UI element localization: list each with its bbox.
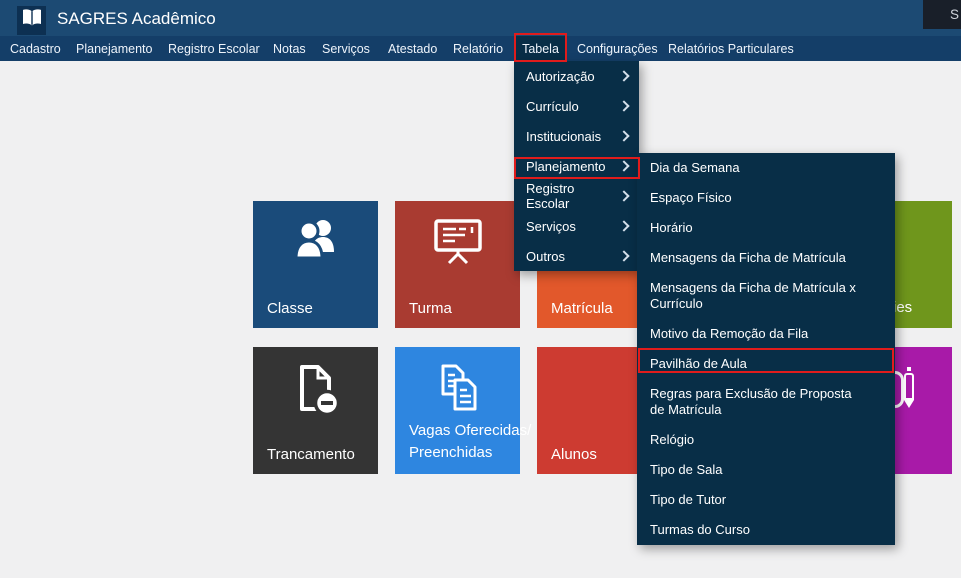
- submenu-item-mensagens-da-ficha-de-matricula[interactable]: Mensagens da Ficha de Matrícula: [637, 243, 895, 273]
- tile-label: Trancamento: [267, 446, 355, 463]
- menu-item-relatorio[interactable]: Relatório: [444, 36, 512, 61]
- menu-item-servicos[interactable]: Serviços: [313, 36, 379, 61]
- planejamento-submenu: Dia da Semana Espaço Físico Horário Mens…: [637, 153, 895, 545]
- dropdown-item-servicos[interactable]: Serviços: [514, 211, 639, 241]
- chevron-right-icon: [618, 70, 629, 81]
- documents-icon: [395, 362, 520, 416]
- users-icon: [253, 216, 378, 264]
- submenu-item-motivo-da-remocao-da-fila[interactable]: Motivo da Remoção da Fila: [637, 319, 895, 349]
- logout-button[interactable]: S: [923, 0, 961, 29]
- document-minus-icon: [253, 362, 378, 416]
- dropdown-item-autorizacao[interactable]: Autorização: [514, 61, 639, 91]
- chevron-right-icon: [618, 100, 629, 111]
- menu-item-cadastro[interactable]: Cadastro: [1, 36, 70, 61]
- submenu-item-tipo-de-tutor[interactable]: Tipo de Tutor: [637, 485, 895, 515]
- dropdown-item-outros[interactable]: Outros: [514, 241, 639, 271]
- submenu-item-mensagens-da-ficha-de-matricula-x-curriculo[interactable]: Mensagens da Ficha de Matrícula x Curríc…: [637, 273, 895, 319]
- tile-label: Vagas Oferecidas/Preenchidas: [409, 420, 531, 464]
- tile-label: Turma: [409, 300, 452, 317]
- chevron-right-icon: [618, 190, 629, 201]
- submenu-item-tipo-de-sala[interactable]: Tipo de Sala: [637, 455, 895, 485]
- menu-bar: Cadastro Planejamento Registro Escolar N…: [0, 36, 961, 61]
- submenu-item-espaco-fisico[interactable]: Espaço Físico: [637, 183, 895, 213]
- tile-label: Alunos: [551, 446, 597, 463]
- submenu-item-dia-da-semana[interactable]: Dia da Semana: [637, 153, 895, 183]
- submenu-item-pavilhao-de-aula[interactable]: Pavilhão de Aula: [637, 349, 895, 379]
- dropdown-item-planejamento[interactable]: Planejamento: [514, 151, 639, 181]
- submenu-item-turmas-do-curso[interactable]: Turmas do Curso: [637, 515, 895, 545]
- tile-trancamento[interactable]: Trancamento: [253, 347, 378, 474]
- tile-label: Classe: [267, 300, 313, 317]
- presentation-board-icon: [395, 216, 520, 266]
- submenu-item-horario[interactable]: Horário: [637, 213, 895, 243]
- submenu-item-regras-para-exclusao-de-proposta-de-matricula[interactable]: Regras para Exclusão de Proposta de Matr…: [637, 379, 895, 425]
- submenu-item-relogio[interactable]: Relógio: [637, 425, 895, 455]
- menu-item-configuracoes[interactable]: Configurações: [568, 36, 667, 61]
- open-book-icon: [21, 8, 43, 33]
- menu-item-registro-escolar[interactable]: Registro Escolar: [159, 36, 269, 61]
- chevron-right-icon: [618, 160, 629, 171]
- dropdown-item-registro-escolar[interactable]: Registro Escolar: [514, 181, 639, 211]
- app-header: SAGRES Acadêmico S: [0, 0, 961, 36]
- chevron-right-icon: [618, 250, 629, 261]
- tile-turma[interactable]: Turma: [395, 201, 520, 328]
- tile-label: ies: [893, 299, 912, 316]
- menu-item-planejamento[interactable]: Planejamento: [67, 36, 161, 61]
- dropdown-item-institucionais[interactable]: Institucionais: [514, 121, 639, 151]
- tile-vagas-oferecidas[interactable]: Vagas Oferecidas/Preenchidas: [395, 347, 520, 474]
- menu-item-relatorios-particulares[interactable]: Relatórios Particulares: [659, 36, 803, 61]
- dropdown-item-curriculo[interactable]: Currículo: [514, 91, 639, 121]
- tile-classe[interactable]: Classe: [253, 201, 378, 328]
- chevron-right-icon: [618, 130, 629, 141]
- menu-item-tabela[interactable]: Tabela: [514, 36, 567, 61]
- menu-item-atestado[interactable]: Atestado: [379, 36, 446, 61]
- app-logo: [17, 6, 46, 35]
- tile-label: Matrícula: [551, 300, 613, 317]
- tabela-dropdown-menu: Autorização Currículo Institucionais Pla…: [514, 61, 639, 271]
- sagres-app-window: SAGRES Acadêmico S Cadastro Planejamento…: [0, 0, 961, 578]
- app-title: SAGRES Acadêmico: [57, 0, 216, 36]
- chevron-right-icon: [618, 220, 629, 231]
- menu-item-notas[interactable]: Notas: [264, 36, 315, 61]
